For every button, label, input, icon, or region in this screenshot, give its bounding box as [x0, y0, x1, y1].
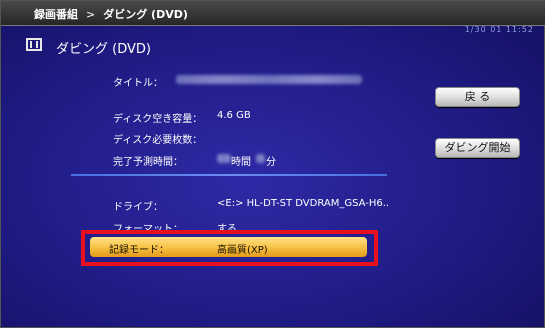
finish-time-minutes-label: 分: [266, 157, 276, 168]
breadcrumb-separator: >: [86, 8, 96, 21]
breadcrumb: 録画番組 > ダビング (DVD): [34, 6, 188, 22]
timestamp: 1/30 01 11:52: [464, 25, 534, 34]
page-title: ダビング (DVD): [56, 42, 151, 57]
disk-needed-label: ディスク必要枚数：: [113, 135, 203, 146]
finish-time-hours-label: 時間: [231, 157, 251, 168]
finish-minutes-blurred: [256, 154, 265, 163]
finish-hours-blurred: [217, 154, 231, 163]
start-dubbing-button[interactable]: ダビング開始: [435, 138, 520, 158]
film-icon: [26, 38, 42, 51]
drive-label: ドライブ：: [113, 202, 163, 213]
top-bar: 録画番組 > ダビング (DVD): [1, 1, 545, 26]
finish-time-label: 完了予測時間：: [113, 157, 183, 168]
title-value-blurred: [176, 75, 362, 84]
breadcrumb-root[interactable]: 録画番組: [34, 8, 78, 21]
disk-free-value: 4.6 GB: [217, 110, 251, 121]
breadcrumb-current: ダビング (DVD): [103, 8, 188, 21]
recording-mode-label: 記録モード：: [109, 245, 169, 256]
drive-value[interactable]: <E:> HL-DT-ST DVDRAM_GSA-H6..: [217, 198, 389, 209]
section-divider: [71, 174, 387, 176]
title-label: タイトル：: [113, 78, 163, 89]
screen: 録画番組 > ダビング (DVD) 1/30 01 11:52 ダビング (DVD)…: [0, 0, 545, 328]
back-button[interactable]: 戻 る: [435, 87, 520, 107]
disk-free-label: ディスク空き容量：: [113, 114, 203, 125]
recording-mode-value: 高画質(XP): [217, 245, 268, 256]
